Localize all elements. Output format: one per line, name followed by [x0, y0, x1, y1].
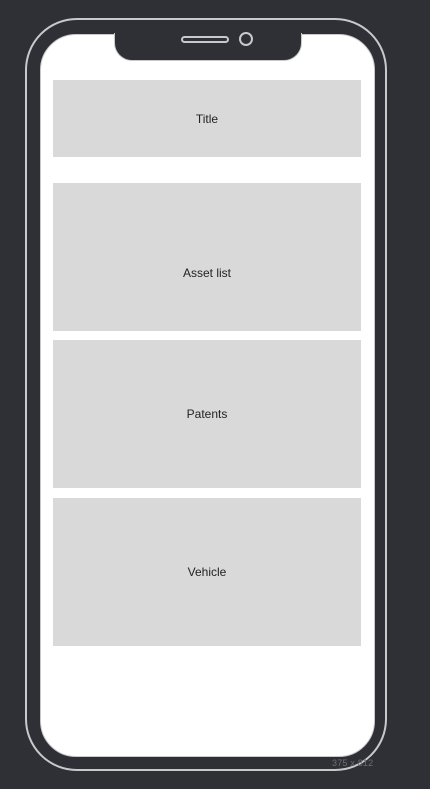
artboard-canvas: Title Asset list Patents Vehicle 375 x 8… [0, 0, 430, 789]
asset-list-section[interactable]: Asset list [53, 183, 361, 331]
vehicle-section[interactable]: Vehicle [53, 498, 361, 646]
device-size-label: 375 x 812 [332, 758, 374, 768]
title-label: Title [195, 111, 219, 126]
vehicle-label: Vehicle [187, 565, 227, 579]
patents-section[interactable]: Patents [53, 340, 361, 488]
asset-list-label: Asset list [182, 265, 231, 280]
speaker-icon [181, 36, 229, 43]
camera-icon [239, 32, 253, 46]
patents-label: Patents [186, 407, 228, 421]
title-section[interactable]: Title [53, 80, 361, 157]
